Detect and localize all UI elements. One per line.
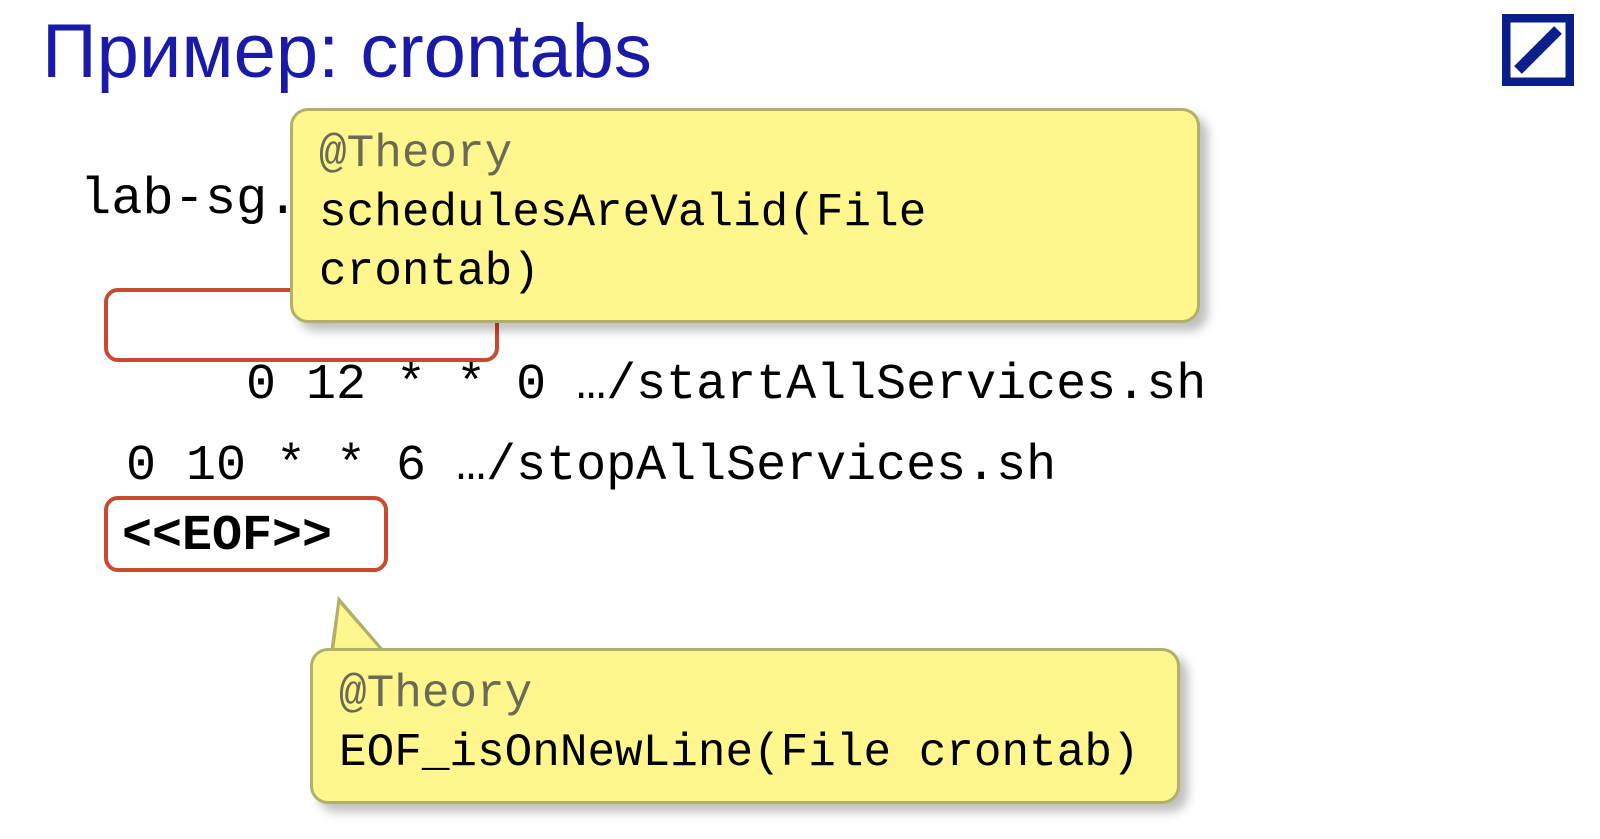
highlight-box-eof [104,496,388,572]
brand-logo [1502,14,1574,86]
callout1-annotation: @Theory [319,125,1171,184]
callout-schedules-valid: @Theory schedulesAreValid(File crontab) [290,108,1200,323]
slide-title: Пример: crontabs [42,8,652,95]
cron-schedule-1: 0 12 * * 0 [246,357,546,414]
callout2-annotation: @Theory [339,665,1151,724]
slash-square-icon [1502,14,1574,86]
cron-entry-2: 0 10 * * 6 …/stopAllServices.sh [126,438,1056,495]
callout1-signature: schedulesAreValid(File crontab) [319,184,1171,302]
cron-command-1: …/startAllServices.sh [546,357,1206,414]
slide: Пример: crontabs lab-sg.cron 0 12 * * 0 … [0,0,1600,839]
callout-tail-2-fill [334,604,382,652]
callout2-signature: EOF_isOnNewLine(File crontab) [339,724,1151,783]
callout-eof-newline: @Theory EOF_isOnNewLine(File crontab) [310,648,1180,804]
